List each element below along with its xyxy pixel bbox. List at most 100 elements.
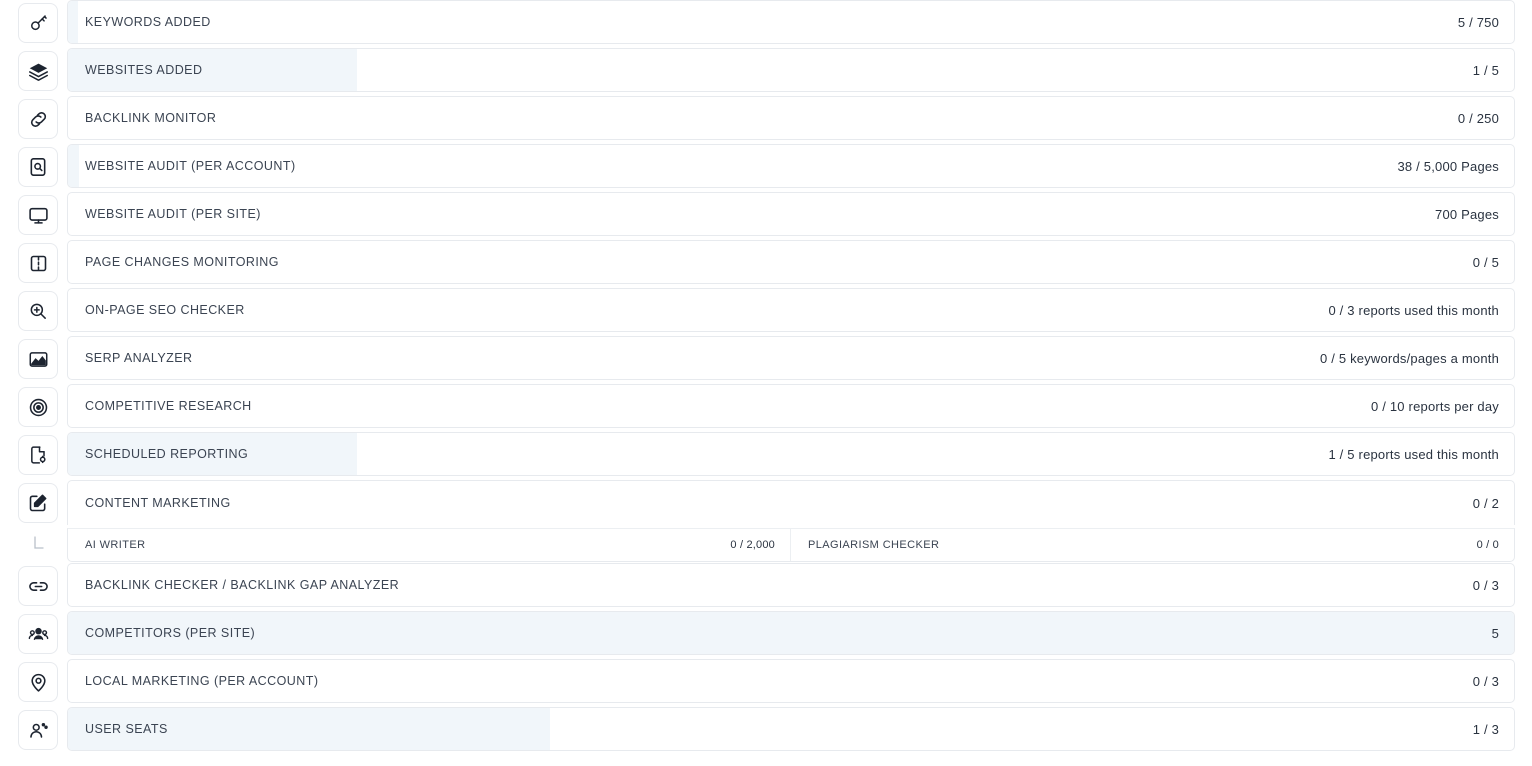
- link-horizontal-icon: [18, 566, 58, 606]
- usage-bar-column: BACKLINK MONITOR 0 / 250: [67, 96, 1515, 140]
- usage-bar-column: WEBSITE AUDIT (PER ACCOUNT) 38 / 5,000 Pa…: [67, 144, 1515, 188]
- usage-bar-label: COMPETITIVE RESEARCH: [85, 399, 252, 413]
- usage-bar-column: BACKLINK CHECKER / BACKLINK GAP ANALYZER…: [67, 563, 1515, 607]
- usage-row: PAGE CHANGES MONITORING 0 / 5: [0, 240, 1532, 288]
- usage-bar-label: CONTENT MARKETING: [85, 496, 231, 510]
- usage-bar-label: SERP ANALYZER: [85, 351, 193, 365]
- usage-sub-label: AI WRITER: [85, 539, 146, 551]
- usage-row: USER SEATS 1 / 3: [0, 707, 1532, 755]
- usage-bar-label: ON-PAGE SEO CHECKER: [85, 303, 245, 317]
- usage-bar-column: WEBSITE AUDIT (PER SITE) 700 Pages: [67, 192, 1515, 236]
- document-gear-icon: [18, 435, 58, 475]
- usage-bar-label: PAGE CHANGES MONITORING: [85, 255, 279, 269]
- usage-sub-label: PLAGIARISM CHECKER: [808, 539, 940, 551]
- usage-bar-value: 38 / 5,000 Pages: [1397, 158, 1499, 174]
- usage-bar-value: 1 / 3: [1472, 721, 1499, 737]
- usage-bar-value: 0 / 5: [1472, 254, 1499, 270]
- user-seat-icon: [18, 710, 58, 750]
- usage-row: COMPETITORS (PER SITE) 5: [0, 611, 1532, 659]
- usage-bar-label: WEBSITE AUDIT (PER ACCOUNT): [85, 159, 296, 173]
- usage-bar-label: COMPETITORS (PER SITE): [85, 626, 256, 640]
- usage-bar-column: COMPETITORS (PER SITE) 5: [67, 611, 1515, 655]
- location-pin-icon: [18, 662, 58, 702]
- usage-row: WEBSITE AUDIT (PER SITE) 700 Pages: [0, 192, 1532, 240]
- usage-bar-column: CONTENT MARKETING 0 / 2: [67, 480, 1515, 525]
- usage-bar[interactable]: SCHEDULED REPORTING 1 / 5 reports used th…: [67, 432, 1515, 476]
- target-icon: [18, 387, 58, 427]
- usage-bar-value: 0 / 250: [1457, 110, 1499, 126]
- usage-bar-column: SCHEDULED REPORTING 1 / 5 reports used th…: [67, 432, 1515, 476]
- usage-sub-bar: AI WRITER 0 / 2,000 PLAGIARISM CHECKER 0 / …: [67, 528, 1515, 562]
- monitor-icon: [18, 195, 58, 235]
- usage-bar-value: 0 / 3: [1472, 673, 1499, 689]
- columns-icon: [18, 243, 58, 283]
- usage-bar-label: KEYWORDS ADDED: [85, 15, 211, 29]
- usage-bar-value: 0 / 2: [1472, 495, 1499, 511]
- usage-row: COMPETITIVE RESEARCH 0 / 10 reports per d…: [0, 384, 1532, 432]
- usage-bar-label: LOCAL MARKETING (PER ACCOUNT): [85, 674, 319, 688]
- usage-row: CONTENT MARKETING 0 / 2: [0, 480, 1532, 528]
- usage-bar-column: USER SEATS 1 / 3: [67, 707, 1515, 751]
- usage-bar[interactable]: SERP ANALYZER 0 / 5 keywords/pages a mont…: [67, 336, 1515, 380]
- usage-bar-value: 1 / 5 reports used this month: [1328, 446, 1499, 462]
- usage-bar-fill: [68, 612, 1514, 654]
- usage-bar-column: ON-PAGE SEO CHECKER 0 / 3 reports used th…: [67, 288, 1515, 332]
- usage-sub-cell[interactable]: PLAGIARISM CHECKER 0 / 0: [791, 529, 1514, 561]
- layers-icon: [18, 51, 58, 91]
- usage-sub-value: 0 / 2,000: [730, 539, 775, 551]
- usage-row: SERP ANALYZER 0 / 5 keywords/pages a mont…: [0, 336, 1532, 384]
- tree-connector-icon: [18, 528, 58, 562]
- area-chart-icon: [18, 339, 58, 379]
- document-search-icon: [18, 147, 58, 187]
- usage-bar-value: 0 / 10 reports per day: [1371, 398, 1499, 414]
- usage-bar-value: 0 / 3: [1472, 577, 1499, 593]
- usage-bar[interactable]: COMPETITORS (PER SITE) 5: [67, 611, 1515, 655]
- usage-bar-column: COMPETITIVE RESEARCH 0 / 10 reports per d…: [67, 384, 1515, 428]
- usage-bar[interactable]: WEBSITES ADDED 1 / 5: [67, 48, 1515, 92]
- usage-bar-label: BACKLINK MONITOR: [85, 111, 217, 125]
- usage-row: WEBSITES ADDED 1 / 5: [0, 48, 1532, 96]
- usage-bar[interactable]: PAGE CHANGES MONITORING 0 / 5: [67, 240, 1515, 284]
- usage-row: BACKLINK CHECKER / BACKLINK GAP ANALYZER…: [0, 563, 1532, 611]
- usage-bar-label: SCHEDULED REPORTING: [85, 447, 249, 461]
- usage-bar[interactable]: COMPETITIVE RESEARCH 0 / 10 reports per d…: [67, 384, 1515, 428]
- usage-bar-label: WEBSITES ADDED: [85, 63, 203, 77]
- usage-bar[interactable]: WEBSITE AUDIT (PER SITE) 700 Pages: [67, 192, 1515, 236]
- edit-square-icon: [18, 483, 58, 523]
- usage-bar-label: USER SEATS: [85, 722, 168, 736]
- usage-bar-column: WEBSITES ADDED 1 / 5: [67, 48, 1515, 92]
- key-icon: [18, 3, 58, 43]
- usage-bar[interactable]: BACKLINK CHECKER / BACKLINK GAP ANALYZER…: [67, 563, 1515, 607]
- usage-limits-list: KEYWORDS ADDED 5 / 750 WEBSITES ADDED 1 / 5…: [0, 0, 1532, 755]
- link-chain-icon: [18, 99, 58, 139]
- usage-bar[interactable]: USER SEATS 1 / 3: [67, 707, 1515, 751]
- usage-bar[interactable]: BACKLINK MONITOR 0 / 250: [67, 96, 1515, 140]
- usage-row: WEBSITE AUDIT (PER ACCOUNT) 38 / 5,000 Pa…: [0, 144, 1532, 192]
- usage-bar-column: SERP ANALYZER 0 / 5 keywords/pages a mont…: [67, 336, 1515, 380]
- usage-bar-column: LOCAL MARKETING (PER ACCOUNT) 0 / 3: [67, 659, 1515, 703]
- usage-bar[interactable]: WEBSITE AUDIT (PER ACCOUNT) 38 / 5,000 Pa…: [67, 144, 1515, 188]
- usage-sub-value: 0 / 0: [1476, 539, 1499, 551]
- usage-bar-label: WEBSITE AUDIT (PER SITE): [85, 207, 261, 221]
- usage-sub-cell[interactable]: AI WRITER 0 / 2,000: [68, 529, 791, 561]
- usage-bar[interactable]: ON-PAGE SEO CHECKER 0 / 3 reports used th…: [67, 288, 1515, 332]
- usage-bar-value: 5 / 750: [1457, 14, 1499, 30]
- users-group-icon: [18, 614, 58, 654]
- usage-bar[interactable]: KEYWORDS ADDED 5 / 750: [67, 0, 1515, 44]
- usage-bar-value: 0 / 5 keywords/pages a month: [1319, 350, 1499, 366]
- usage-bar-label: BACKLINK CHECKER / BACKLINK GAP ANALYZER: [85, 578, 400, 592]
- usage-bar-value: 1 / 5: [1472, 62, 1499, 78]
- usage-bar-value: 700 Pages: [1435, 206, 1499, 222]
- usage-bar[interactable]: LOCAL MARKETING (PER ACCOUNT) 0 / 3: [67, 659, 1515, 703]
- usage-sub-row: AI WRITER 0 / 2,000 PLAGIARISM CHECKER 0 / …: [0, 528, 1532, 563]
- usage-bar-value: 0 / 3 reports used this month: [1328, 302, 1499, 318]
- magnifier-plus-icon: [18, 291, 58, 331]
- usage-row: LOCAL MARKETING (PER ACCOUNT) 0 / 3: [0, 659, 1532, 707]
- usage-row: ON-PAGE SEO CHECKER 0 / 3 reports used th…: [0, 288, 1532, 336]
- usage-bar-value: 5: [1491, 625, 1499, 641]
- usage-row: BACKLINK MONITOR 0 / 250: [0, 96, 1532, 144]
- usage-bar[interactable]: CONTENT MARKETING 0 / 2: [67, 480, 1515, 525]
- usage-bar-column: KEYWORDS ADDED 5 / 750: [67, 0, 1515, 44]
- usage-sub-bar-column: AI WRITER 0 / 2,000 PLAGIARISM CHECKER 0 / …: [67, 528, 1515, 562]
- usage-row: KEYWORDS ADDED 5 / 750: [0, 0, 1532, 48]
